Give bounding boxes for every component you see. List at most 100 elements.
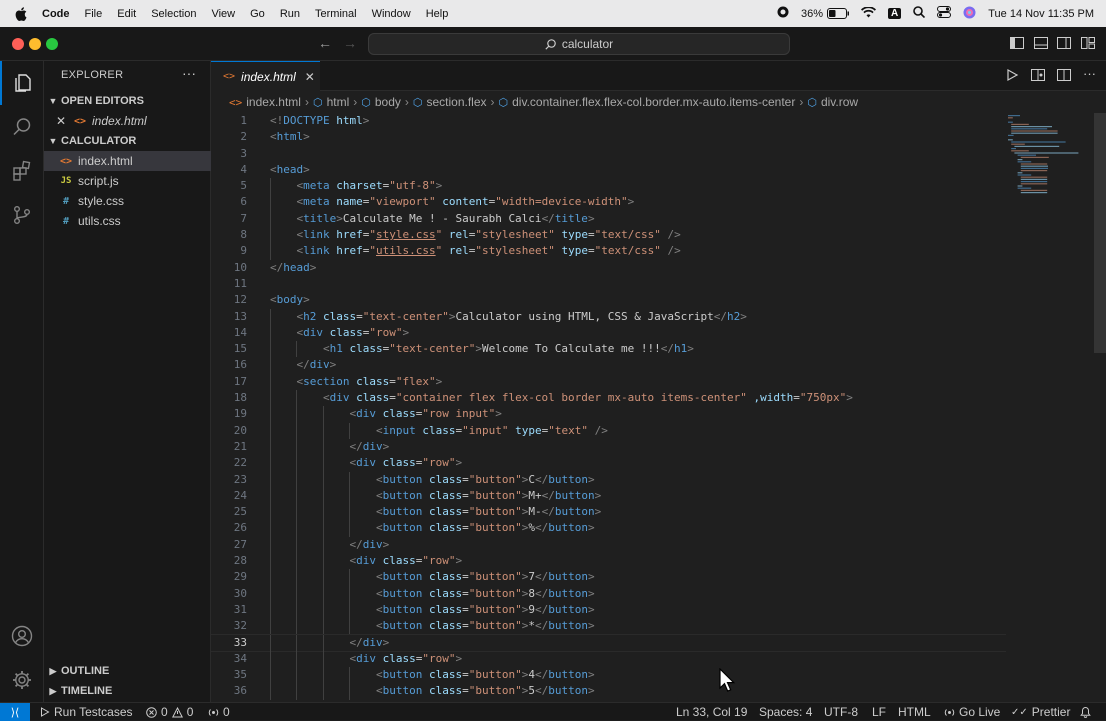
code-line[interactable]: 11 [211, 276, 1006, 292]
breadcrumb-item[interactable]: section.flex [426, 95, 486, 109]
code-line[interactable]: 32 <button class="button">*</button> [211, 618, 1006, 635]
breadcrumb-item[interactable]: body [375, 95, 401, 109]
prettier-button[interactable]: ✓✓ Prettier [1011, 703, 1070, 721]
code-line[interactable]: 14 <div class="row"> [211, 324, 1006, 342]
manage-activity[interactable] [0, 658, 44, 702]
control-center-icon[interactable] [937, 6, 952, 21]
toggle-primary-sidebar-icon[interactable] [1010, 36, 1024, 50]
source-control-activity[interactable] [0, 193, 44, 237]
code-line[interactable]: 3 [211, 146, 1006, 162]
code-line[interactable]: 15 <h1 class="text-center">Welcome To Ca… [211, 341, 1006, 358]
run-testcases-button[interactable]: Run Testcases [40, 703, 133, 721]
timeline-section[interactable]: ▶ TIMELINE [44, 681, 211, 701]
command-center-search[interactable]: calculator [368, 33, 790, 55]
code-line[interactable]: 33 </div> [211, 633, 1006, 652]
split-editor-icon[interactable] [1057, 68, 1071, 82]
input-source-icon[interactable]: A [887, 8, 902, 19]
breadcrumb-item[interactable]: div.row [821, 95, 858, 109]
code-line[interactable]: 28 <div class="row"> [211, 553, 1006, 570]
code-line[interactable]: 17 <section class="flex"> [211, 373, 1006, 391]
open-editors-section[interactable]: ▼ OPEN EDITORS [44, 91, 211, 111]
language-mode[interactable]: HTML [898, 703, 931, 721]
customize-layout-icon[interactable] [1081, 36, 1095, 50]
code-line[interactable]: 4 <head> [211, 162, 1006, 178]
open-preview-icon[interactable] [1031, 68, 1045, 82]
code-line[interactable]: 21 </div> [211, 438, 1006, 456]
menu-edit[interactable]: Edit [117, 8, 136, 20]
code-line[interactable]: 26 <button class="button">%</button> [211, 520, 1006, 537]
siri-icon[interactable] [963, 6, 976, 22]
code-line[interactable]: 6 <meta name="viewport" content="width=d… [211, 194, 1006, 211]
forward-arrow-icon[interactable]: → [343, 35, 357, 51]
toggle-secondary-sidebar-icon[interactable] [1057, 36, 1071, 50]
menu-go[interactable]: Go [250, 8, 265, 20]
minimap[interactable] [1006, 113, 1091, 213]
cursor-position[interactable]: Ln 33, Col 19 [676, 703, 747, 721]
remote-indicator[interactable]: ⟩⟨ [0, 703, 30, 721]
code-line[interactable]: 18 <div class="container flex flex-col b… [211, 390, 1006, 407]
file-utils-css[interactable]: # utils.css [44, 211, 211, 231]
menu-terminal[interactable]: Terminal [315, 8, 357, 20]
clock[interactable]: Tue 14 Nov 11:35 PM [988, 8, 1094, 20]
indentation-indicator[interactable]: Spaces: 4 [759, 703, 812, 721]
code-line[interactable]: 22 <div class="row"> [211, 455, 1006, 472]
minimize-window-button[interactable] [29, 38, 41, 50]
apple-icon[interactable] [14, 6, 28, 21]
code-line[interactable]: 2 <html> [211, 129, 1006, 145]
wifi-icon[interactable] [860, 5, 876, 21]
close-icon[interactable]: ✕ [44, 114, 66, 128]
record-icon[interactable] [777, 6, 789, 21]
menu-app-name[interactable]: Code [42, 8, 70, 20]
code-line[interactable]: 24 <button class="button">M+</button> [211, 487, 1006, 505]
code-line[interactable]: 19 <div class="row input"> [211, 406, 1006, 423]
eol-indicator[interactable]: LF [872, 703, 886, 721]
breadcrumb-item[interactable]: html [327, 95, 350, 109]
code-line[interactable]: 1 <!DOCTYPE html> [211, 113, 1006, 129]
code-line[interactable]: 29 <button class="button">7</button> [211, 569, 1006, 586]
zoom-window-button[interactable] [46, 38, 58, 50]
extensions-activity[interactable] [0, 149, 44, 193]
calculator-folder-section[interactable]: ▼ CALCULATOR [44, 131, 211, 151]
code-line[interactable]: 5 <meta charset="utf-8"> [211, 178, 1006, 195]
accounts-activity[interactable] [0, 614, 44, 658]
code-line[interactable]: 9 <link href="utils.css" rel="stylesheet… [211, 243, 1006, 260]
file-index-html[interactable]: <> index.html [44, 151, 211, 171]
menu-file[interactable]: File [85, 8, 103, 20]
search-activity[interactable] [0, 105, 44, 149]
breadcrumb-item[interactable]: index.html [246, 95, 301, 109]
code-line[interactable]: 8 <link href="style.css" rel="stylesheet… [211, 227, 1006, 244]
breadcrumb-item[interactable]: div.container.flex.flex-col.border.mx-au… [512, 95, 795, 109]
code-line[interactable]: 12 <body> [211, 292, 1006, 308]
run-icon[interactable] [1005, 68, 1019, 82]
problems-indicator[interactable]: 0 0 [146, 703, 193, 721]
menu-run[interactable]: Run [280, 8, 300, 20]
tab-index-html[interactable]: <> index.html ✕ [211, 61, 320, 91]
code-line[interactable]: 36 <button class="button">5</button> [211, 683, 1006, 700]
file-script-js[interactable]: JS script.js [44, 171, 211, 191]
menu-selection[interactable]: Selection [151, 8, 196, 20]
menu-window[interactable]: Window [372, 8, 411, 20]
code-line[interactable]: 35 <button class="button">4</button> [211, 667, 1006, 684]
go-live-button[interactable]: Go Live [944, 703, 1000, 721]
code-line[interactable]: 27 </div> [211, 536, 1006, 554]
notifications-button[interactable] [1080, 703, 1091, 721]
code-line[interactable]: 10 </head> [211, 260, 1006, 276]
vertical-scrollbar[interactable] [1094, 113, 1106, 702]
encoding-indicator[interactable]: UTF-8 [824, 703, 858, 721]
outline-section[interactable]: ▶ OUTLINE [44, 661, 211, 681]
file-style-css[interactable]: # style.css [44, 191, 211, 211]
more-actions-icon[interactable]: ··· [182, 65, 196, 81]
menu-help[interactable]: Help [426, 8, 449, 20]
code-line[interactable]: 23 <button class="button">C</button> [211, 471, 1006, 488]
code-editor[interactable]: 1 <!DOCTYPE html> 2 <html> 3 4 <head> 5 <meta c… [211, 113, 1006, 702]
code-line[interactable]: 16 </div> [211, 357, 1006, 374]
close-window-button[interactable] [12, 38, 24, 50]
close-icon[interactable]: ✕ [305, 70, 315, 84]
code-line[interactable]: 25 <button class="button">M-</button> [211, 504, 1006, 521]
open-editor-item[interactable]: ✕ <> index.html [44, 111, 211, 131]
code-line[interactable]: 13 <h2 class="text-center">Calculator us… [211, 308, 1006, 325]
code-line[interactable]: 31 <button class="button">9</button> [211, 601, 1006, 619]
code-line[interactable]: 20 <input class="input" type="text" /> [211, 422, 1006, 439]
menu-view[interactable]: View [211, 8, 235, 20]
explorer-activity[interactable] [0, 61, 44, 105]
